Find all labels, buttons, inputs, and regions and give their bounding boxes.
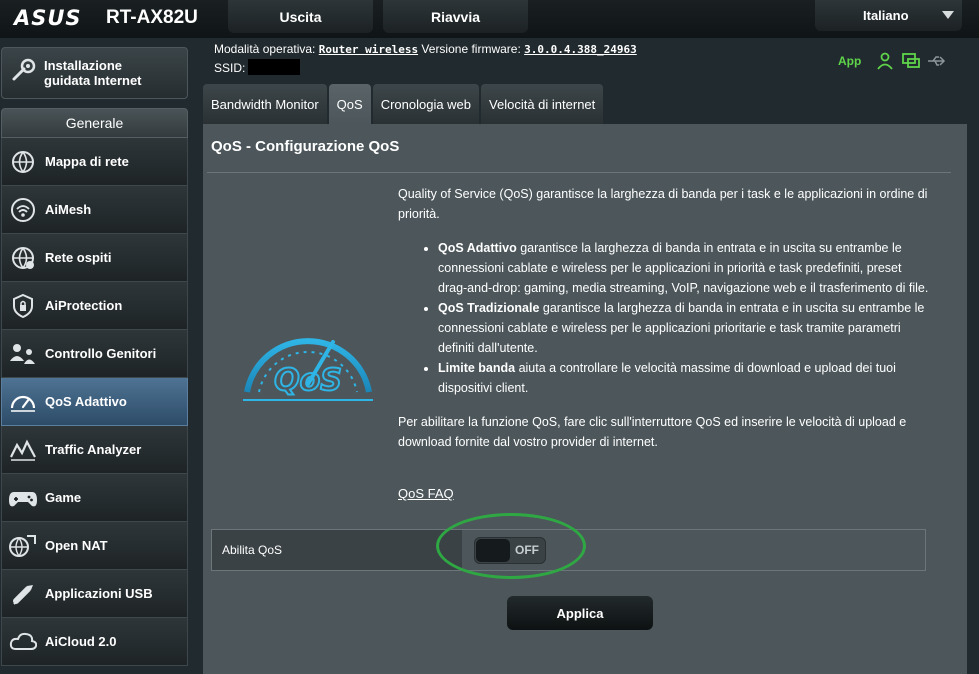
chevron-down-icon (942, 11, 954, 19)
sidebar-item-label: AiMesh (45, 202, 92, 217)
qos-faq-link[interactable]: QoS FAQ (398, 486, 454, 501)
qos-feature-item: QoS Adattivo garantisce la larghezza di … (438, 238, 933, 298)
ssid-label: SSID: (214, 61, 246, 75)
quick-internet-setup-button[interactable]: Installazione guidata Internet (1, 47, 188, 99)
sidebar-item-open-nat[interactable]: Open NAT (1, 522, 188, 570)
parental-control-icon (8, 339, 38, 369)
language-select[interactable]: Italiano (815, 0, 962, 31)
top-bar: ASUS RT-AX82U Uscita Riavvia Italiano (0, 0, 979, 38)
tab-cronologia-web[interactable]: Cronologia web (372, 84, 480, 124)
page-title: QoS - Configurazione QoS (211, 138, 400, 155)
sidebar-item-aimesh[interactable]: AiMesh (1, 186, 188, 234)
qos-enable-note: Per abilitare la funzione QoS, fare clic… (398, 415, 907, 449)
user-icon[interactable] (875, 52, 895, 70)
open-nat-icon (8, 531, 38, 561)
sidebar-item-label: Game (45, 490, 82, 505)
sidebar-item-label: Traffic Analyzer (45, 442, 142, 457)
apply-button[interactable]: Applica (507, 596, 653, 630)
tab-velocit-di-internet[interactable]: Velocità di internet (481, 84, 604, 124)
sidebar-item-guest-network[interactable]: Rete ospiti (1, 234, 188, 282)
qos-intro-text: Quality of Service (QoS) garantisce la l… (398, 187, 928, 221)
sidebar-item-label: AiCloud 2.0 (45, 634, 117, 649)
sidebar-item-label: QoS Adattivo (45, 394, 127, 409)
firmware-label: Versione firmware: (421, 42, 521, 56)
sidebar-item-label: Applicazioni USB (45, 586, 153, 601)
title-divider (207, 172, 951, 173)
sidebar-item-traffic-analyzer[interactable]: Traffic Analyzer (1, 426, 188, 474)
operation-mode-link[interactable]: Router wireless (319, 43, 418, 56)
cloud-icon (8, 627, 38, 657)
enable-qos-label: Abilita QoS (212, 530, 462, 570)
shield-icon (8, 291, 38, 321)
operation-mode-label: Modalità operativa: (214, 42, 316, 56)
quick-setup-label-line1: Installazione (44, 58, 123, 73)
traffic-analyzer-icon (8, 435, 38, 465)
gamepad-icon (8, 483, 38, 513)
sidebar-item-network-map[interactable]: Mappa di rete (1, 138, 188, 186)
wizard-icon (10, 57, 38, 90)
sidebar-item-label: Open NAT (45, 538, 108, 553)
sidebar-item-parental-control[interactable]: Controllo Genitori (1, 330, 188, 378)
qos-feature-item: QoS Tradizionale garantisce la larghezza… (438, 298, 933, 358)
qos-feature-list: QoS Adattivo garantisce la larghezza di … (438, 238, 933, 398)
app-link[interactable]: App (838, 54, 861, 68)
speedometer-icon (8, 387, 38, 417)
tab-bar: Bandwidth Monitor QoS Cronologia web Veloci… (203, 84, 605, 124)
sidebar-item-gamepad[interactable]: Game (1, 474, 188, 522)
ssid-value-redacted (248, 59, 300, 75)
qos-description: Quality of Service (QoS) garantisce la l… (398, 184, 933, 452)
sidebar-item-shield[interactable]: AiProtection (1, 282, 188, 330)
guest-network-icon (8, 243, 38, 273)
brand-logo: ASUS (14, 6, 82, 30)
network-monitor-icon[interactable] (901, 52, 921, 70)
language-value: Italiano (863, 8, 909, 23)
aimesh-icon (8, 195, 38, 225)
tab-bandwidth-monitor[interactable]: Bandwidth Monitor (203, 84, 327, 124)
sidebar-item-label: AiProtection (45, 298, 123, 313)
sidebar-item-cloud[interactable]: AiCloud 2.0 (1, 618, 188, 666)
sidebar-item-speedometer[interactable]: QoS Adattivo (1, 378, 188, 426)
firmware-version-link[interactable]: 3.0.0.4.388_24963 (524, 43, 637, 56)
qos-graphic-text: QoS (274, 363, 342, 398)
network-map-icon (8, 147, 38, 177)
qos-config-panel: QoS - Configurazione QoS QoS Quality of … (203, 124, 967, 674)
tab-qos[interactable]: QoS (328, 84, 371, 124)
qos-feature-item: Limite banda aiuta a controllare le velo… (438, 358, 933, 398)
sidebar-section-title: Generale (1, 108, 188, 138)
qos-speedometer-graphic: QoS (233, 314, 383, 404)
status-icons: App (838, 52, 953, 70)
toggle-highlight-circle (436, 513, 586, 579)
qos-feature-name: QoS Tradizionale (438, 301, 540, 315)
sidebar-item-usb-application[interactable]: Applicazioni USB (1, 570, 188, 618)
status-bar: Modalità operativa: Router wireless Vers… (214, 42, 637, 56)
sidebar-nav: Mappa di rete AiMesh Rete ospiti AiProtecti… (1, 138, 188, 666)
logout-button[interactable]: Uscita (228, 0, 373, 33)
quick-setup-label-line2: guidata Internet (44, 73, 142, 88)
qos-feature-name: Limite banda (438, 361, 516, 375)
qos-feature-name: QoS Adattivo (438, 241, 517, 255)
usb-icon[interactable] (927, 52, 947, 70)
reboot-button[interactable]: Riavvia (383, 0, 528, 33)
usb-application-icon (8, 579, 38, 609)
sidebar-item-label: Mappa di rete (45, 154, 129, 169)
sidebar-item-label: Rete ospiti (45, 250, 112, 265)
model-name: RT-AX82U (106, 7, 198, 28)
sidebar-item-label: Controllo Genitori (45, 346, 157, 361)
